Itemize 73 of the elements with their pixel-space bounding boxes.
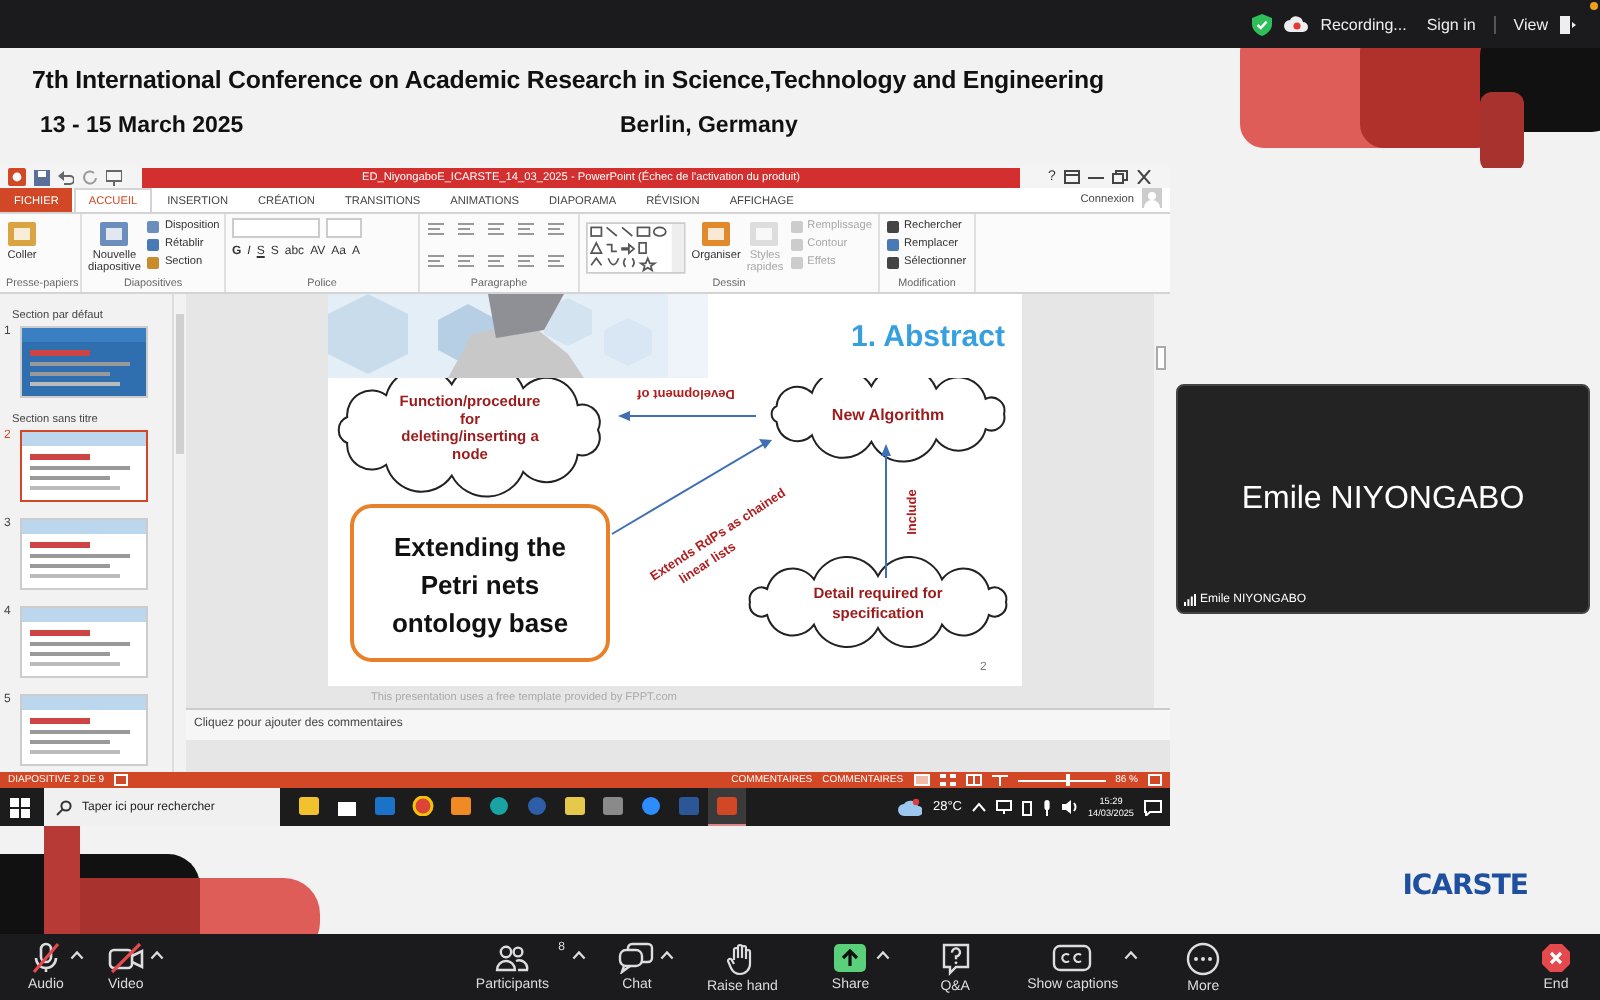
paragraph-format-icon[interactable] (546, 254, 566, 268)
paragraph-format-icon[interactable] (426, 254, 446, 268)
arrow (880, 444, 890, 579)
shield-icon[interactable] (1252, 13, 1273, 35)
slide-heading: 1. Abstract (849, 319, 1007, 353)
cloud-icon (1284, 16, 1309, 32)
close-icon[interactable] (1135, 170, 1152, 184)
restore-icon[interactable] (1111, 170, 1128, 184)
caret-icon[interactable] (1124, 950, 1139, 960)
paragraph-format-icon[interactable] (546, 222, 566, 236)
font-name-field[interactable] (232, 218, 320, 238)
weather-icon[interactable] (898, 798, 923, 816)
sign-in-link[interactable]: Sign in (1426, 15, 1476, 33)
slide-thumbnail[interactable] (20, 430, 148, 502)
grid-view-icon[interactable] (939, 774, 956, 786)
recording-status[interactable]: Recording... (1320, 15, 1407, 33)
slide-thumbnail[interactable] (20, 326, 148, 398)
normal-view-icon[interactable] (913, 774, 930, 786)
scroll-thumb[interactable] (1156, 346, 1166, 370)
cloud-text: New Algorithm (830, 406, 944, 424)
paragraph-format-icon[interactable] (516, 222, 536, 236)
folder-icon (298, 796, 320, 816)
question-icon (939, 941, 972, 975)
captions-icon (1052, 942, 1093, 974)
more-icon (1186, 941, 1221, 975)
close-icon (1540, 942, 1572, 974)
arrow (617, 411, 756, 421)
caret-icon[interactable] (875, 950, 890, 960)
paragraph-format-icon[interactable] (456, 222, 476, 236)
ribbon-options-icon[interactable] (1063, 170, 1080, 184)
notifications-icon[interactable] (1144, 799, 1162, 815)
signal-icon (1184, 594, 1196, 606)
shapes-gallery-drawing[interactable] (586, 218, 686, 278)
status-dot (1590, 2, 1598, 10)
caret-icon[interactable] (149, 950, 164, 960)
reading-view-icon[interactable] (965, 774, 982, 786)
paragraph-format-icon[interactable] (516, 254, 536, 268)
search-icon (56, 799, 72, 815)
conference-title: 7th International Conference on Academic Research in Science,Technology and Engineering (32, 66, 1106, 94)
network-icon[interactable] (996, 800, 1012, 814)
conference-dates: 13 - 15 March 2025 (40, 114, 246, 138)
microphone-icon[interactable] (1042, 799, 1052, 815)
paragraph-format-icon[interactable] (486, 222, 506, 236)
participant-name: Emile NIYONGABO (1241, 481, 1525, 517)
fit-slide-icon[interactable] (1148, 774, 1162, 786)
view-icon[interactable] (1560, 15, 1576, 33)
box-text: Extending the Petri nets ontology base (390, 532, 568, 638)
speaker-icon[interactable] (1062, 800, 1078, 814)
chevron-up-icon[interactable] (972, 802, 986, 812)
battery-icon[interactable] (1022, 799, 1032, 815)
paragraph-format-icon[interactable] (426, 222, 446, 236)
paragraph-format-icon[interactable] (456, 254, 476, 268)
undo-icon[interactable] (58, 169, 74, 185)
conference-logo: ICARSTE (1402, 870, 1528, 902)
caret-icon[interactable] (660, 950, 675, 960)
chat-icon (618, 942, 655, 974)
view-button[interactable]: View (1513, 15, 1548, 33)
slide-thumbnail[interactable] (20, 518, 148, 590)
slide-thumbnail[interactable] (20, 606, 148, 678)
conference-location: Berlin, Germany (620, 114, 798, 138)
camera-icon (107, 942, 144, 974)
redo-icon[interactable] (82, 169, 98, 185)
share-icon (832, 942, 869, 974)
font-size-field[interactable] (326, 218, 362, 238)
windows-icon[interactable] (10, 797, 30, 817)
caret-icon[interactable] (69, 950, 84, 960)
save-icon[interactable] (34, 169, 50, 185)
slide-thumbnail[interactable] (20, 694, 148, 766)
caret-icon[interactable] (572, 950, 587, 960)
microphone-icon (29, 942, 62, 974)
people-icon (494, 942, 531, 974)
paragraph-format-icon[interactable] (486, 254, 506, 268)
zoom-thumb[interactable] (1065, 774, 1070, 786)
